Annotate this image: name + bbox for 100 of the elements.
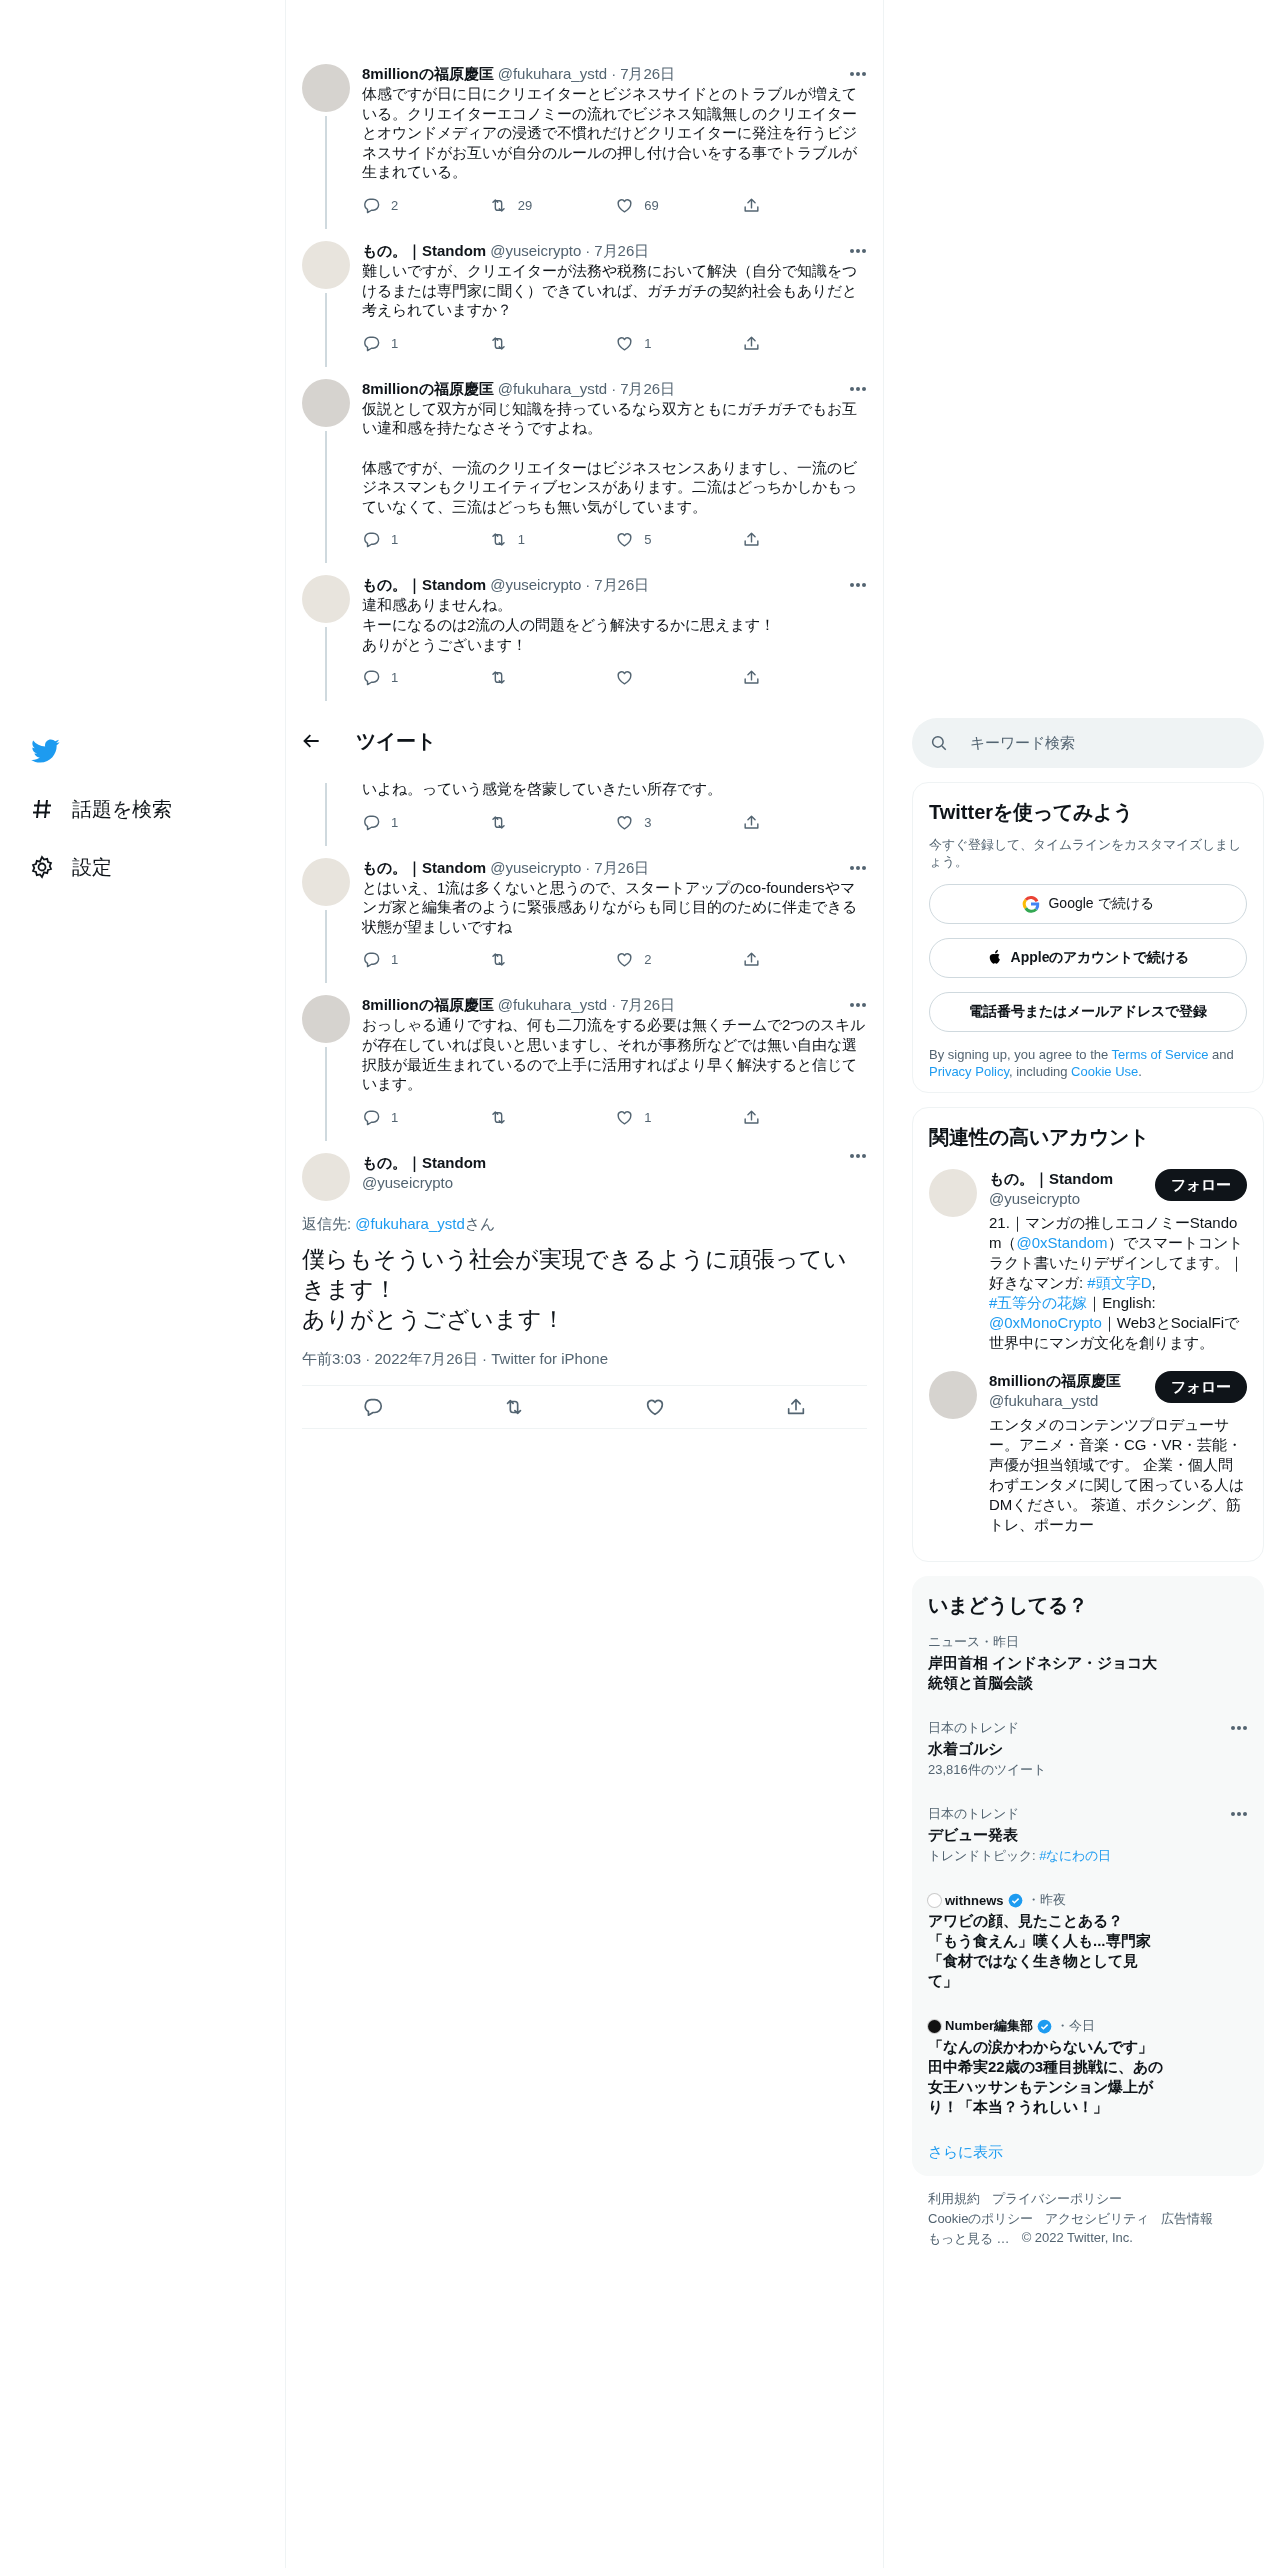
tweet-timestamp: 午前3:03 · 2022年7月26日 · Twitter for iPhone <box>302 1349 867 1386</box>
footer-link[interactable]: 利用規約 <box>928 2190 980 2208</box>
tweet-text: 体感ですが日に日にクリエイターとビジネスサイドとのトラブルが増えている。クリエイターエコノミーの流れでビジネス知識無しのクリエイターとオウンドメディアの浸透で不慣れだけどクリエイターに発注を行うビジネスサイドがお互いが自分のルールの押し付け合いをする事でトラブルが生まれている。 <box>362 84 858 182</box>
card-title: Twitterを使ってみよう <box>929 800 1135 825</box>
reply-count: 1 <box>391 532 399 548</box>
account-bio: エンタメのコンテンツプロデューサー。アニメ・音楽・CG・VR・芸能・声優が担当領域です。 企業・個人問わずエンタメに関して困っている人はDMください。 茶道、ボクシング、筋トレ、ポーカー <box>989 1415 1245 1535</box>
footer-link[interactable]: Cookieのポリシー <box>928 2210 1034 2228</box>
hashtag-icon <box>30 797 54 821</box>
like-count: 3 <box>644 814 652 830</box>
footer-link[interactable]: アクセシビリティ <box>1045 2210 1150 2228</box>
more-icon[interactable] <box>849 385 867 392</box>
search-icon <box>930 734 948 752</box>
author-name[interactable]: もの。｜Standom <box>362 1152 837 1173</box>
tweet-date: 7月26日 <box>620 64 676 84</box>
like-count: 2 <box>644 952 652 968</box>
legal-text: By signing up, you agree to the Terms of Service and Privacy Policy, including Cookie Use. <box>929 1046 1235 1080</box>
reply-icon[interactable] <box>362 812 381 832</box>
tweet-date: 7月26日 <box>620 378 676 399</box>
like-icon[interactable] <box>615 530 635 550</box>
author-name[interactable]: 8millionの福原慶匡 <box>362 378 494 399</box>
account-handle[interactable]: @yuseicrypto <box>989 1189 1147 1209</box>
trend-detail: 23,816件のツイート <box>928 1761 1046 1779</box>
author-name[interactable]: もの。｜Standom <box>362 240 487 261</box>
author-handle[interactable]: @yuseicrypto <box>490 575 582 596</box>
follow-button[interactable]: フォロー <box>1155 1169 1247 1201</box>
reply-count: 1 <box>391 670 399 686</box>
tweet-date: 7月26日 <box>620 995 676 1016</box>
retweet-count: 1 <box>517 532 525 548</box>
signup-button[interactable]: Appleのアカウントで続ける <box>929 938 1247 978</box>
more-icon[interactable] <box>849 864 867 871</box>
author-name[interactable]: 8millionの福原慶匡 <box>362 995 494 1016</box>
more-icon[interactable] <box>849 1002 867 1009</box>
signup-button[interactable]: Google で続ける <box>929 884 1247 924</box>
share-icon[interactable] <box>741 812 761 832</box>
tweet-date: 7月26日 <box>594 575 650 596</box>
nav-link[interactable]: 設定 <box>72 853 112 881</box>
footer-link[interactable]: 広告情報 <box>1161 2210 1214 2228</box>
more-icon[interactable] <box>849 71 867 77</box>
reply-icon[interactable] <box>362 668 381 688</box>
reply-count: 1 <box>391 335 399 351</box>
author-name[interactable]: 8millionの福原慶匡 <box>362 64 494 84</box>
tweet-text: 僕らもそういう社会が実現できるように頑張っていきます！ <box>302 1244 848 1304</box>
separator-dot: · <box>611 64 617 84</box>
trend-title[interactable]: 岸田首相 インドネシア・ジョコ大統領と首脳会談 <box>928 1653 1164 1693</box>
share-icon[interactable] <box>741 1107 761 1127</box>
footer-link[interactable]: プライバシーポリシー <box>992 2190 1122 2208</box>
more-icon[interactable] <box>849 582 867 589</box>
publisher-name[interactable]: Number編集部 <box>945 2017 1034 2035</box>
reply-icon[interactable] <box>362 950 381 970</box>
like-icon[interactable] <box>615 668 635 688</box>
author-name[interactable]: もの。｜Standom <box>362 575 487 596</box>
like-count: 69 <box>644 197 659 213</box>
author-handle[interactable]: @yuseicrypto <box>362 1172 837 1193</box>
page-title: ツイート <box>356 728 436 754</box>
reply-icon[interactable] <box>362 333 381 353</box>
share-icon[interactable] <box>741 333 761 353</box>
author-handle[interactable]: @yuseicrypto <box>490 857 582 878</box>
follow-button[interactable]: フォロー <box>1155 1371 1247 1403</box>
trend-title[interactable]: デビュー発表 <box>928 1825 1164 1845</box>
trend-detail: トレンドトピック: #なにわの日 <box>928 1847 1112 1865</box>
tweet-date: 7月26日 <box>594 857 650 878</box>
tweet-text: キーになるのは2流の人の問題をどう解決するかに思えます！ <box>362 614 777 635</box>
reply-to-text: 返信先: @fukuhara_ystdさん <box>302 1214 496 1234</box>
tweet-text: とはいえ、1流は多くないと思うので、スタートアップのco-foundersやマンガ家と編集者のように緊張感ありながらも同じ目的のために伴走できる状態が望ましいですね <box>362 877 858 937</box>
share-icon[interactable] <box>741 195 761 215</box>
account-handle[interactable]: @fukuhara_ystd <box>989 1391 1147 1411</box>
card-title: 関連性の高いアカウント <box>929 1125 1150 1150</box>
post-time: ・昨夜 <box>1026 1891 1066 1909</box>
trend-title[interactable]: 水着ゴルシ <box>928 1739 1164 1759</box>
account-name[interactable]: もの。｜Standom <box>989 1169 1147 1189</box>
tweet-text: いよね。っていう感覚を啓蒙していきたい所存です。 <box>362 779 723 799</box>
trend-title[interactable]: アワビの顔、見たことある？ <box>928 1911 1164 1931</box>
signup-button[interactable]: 電話番号またはメールアドレスで登録 <box>929 992 1247 1032</box>
more-icon[interactable] <box>1230 1725 1248 1731</box>
author-handle[interactable]: @yuseicrypto <box>490 240 582 261</box>
tweet-text: 難しいですが、クリエイターが法務や税務において解決（自分で知識をつけるまたは専門家に聞く）できていれば、ガチガチの契約社会もありだと考えられていますか？ <box>362 260 858 320</box>
more-icon[interactable] <box>849 247 867 254</box>
footer-link[interactable]: © 2022 Twitter, Inc. <box>1021 2230 1133 2248</box>
reply-count: 1 <box>391 952 399 968</box>
reply-icon[interactable] <box>362 195 381 215</box>
like-icon[interactable] <box>615 950 635 970</box>
reply-count: 1 <box>391 814 399 830</box>
reply-icon[interactable] <box>362 1107 381 1127</box>
nav-link[interactable]: 話題を検索 <box>72 795 172 823</box>
search-field[interactable]: キーワード検索 <box>912 718 1264 768</box>
footer-link[interactable]: もっと見る … <box>928 2230 1010 2248</box>
reply-icon[interactable] <box>362 530 381 550</box>
publisher-name[interactable]: withnews <box>945 1892 1004 1908</box>
author-handle[interactable]: @fukuhara_ystd <box>497 378 608 399</box>
like-count: 5 <box>644 532 652 548</box>
trend-title[interactable]: 「なんの涙かわからないんです」田中希実22歳の3種目挑戦に、あの女王ハッサンもテンション爆上がり！「本当？うれしい！」 <box>928 2037 1164 2117</box>
card-title: いまどうしてる？ <box>928 1593 1089 1618</box>
trend-title[interactable]: 「もう食えん」嘆く人も...専門家「食材ではなく生き物として見て」 <box>928 1931 1164 1991</box>
author-name[interactable]: もの。｜Standom <box>362 857 487 878</box>
more-icon[interactable] <box>849 1152 867 1159</box>
retweet-count: 29 <box>517 197 533 213</box>
author-handle[interactable]: @fukuhara_ystd <box>497 64 608 84</box>
more-icon[interactable] <box>1230 1811 1248 1817</box>
account-name[interactable]: 8millionの福原慶匡 <box>989 1371 1147 1391</box>
author-handle[interactable]: @fukuhara_ystd <box>497 995 608 1016</box>
